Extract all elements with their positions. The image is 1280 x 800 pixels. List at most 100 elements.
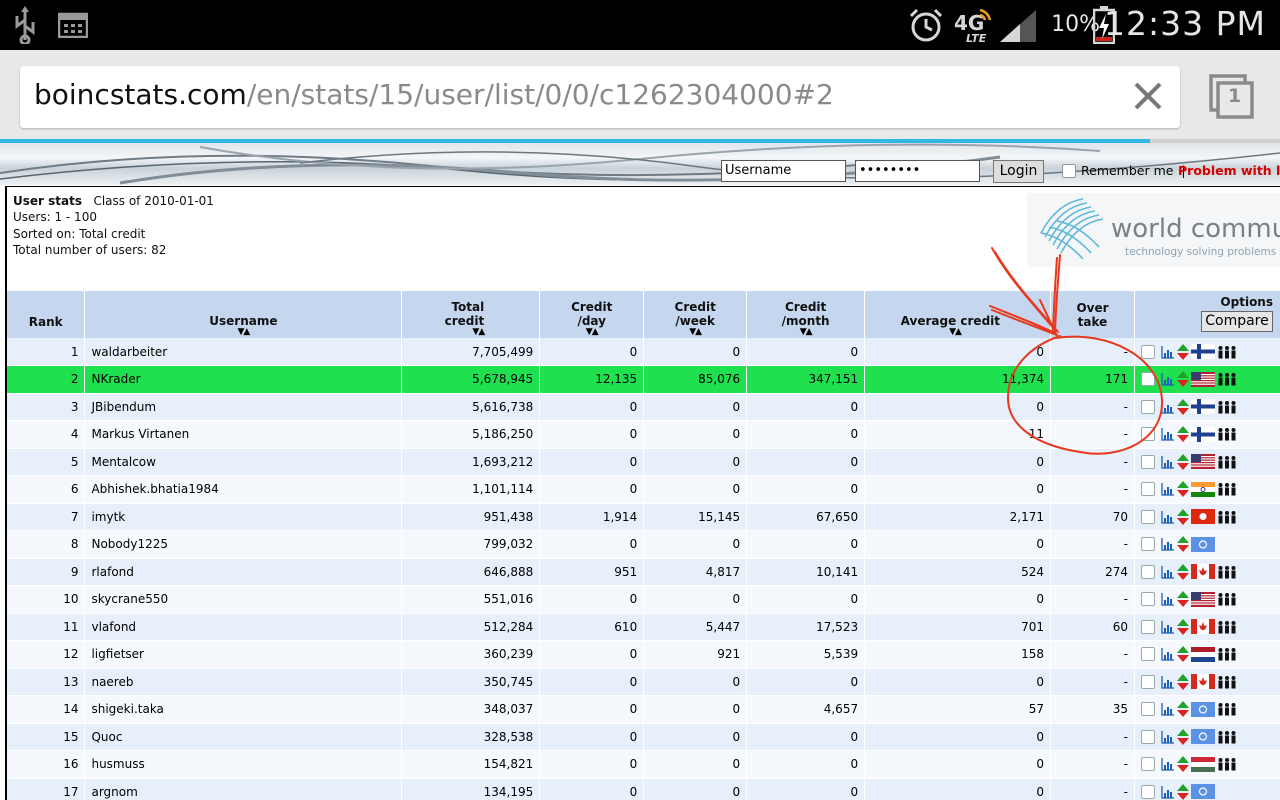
tabs-button[interactable]: 1	[1205, 72, 1259, 122]
username-link[interactable]: rlafond	[84, 558, 403, 586]
chart-icon[interactable]	[1161, 345, 1175, 359]
overtake-cell: -	[1050, 530, 1135, 559]
team-icon[interactable]	[1217, 757, 1237, 771]
credit-day-cell: 12,135	[539, 365, 645, 394]
stats-info: User stats Class of 2010-01-01 Users: 1 …	[13, 193, 214, 258]
team-icon[interactable]	[1217, 400, 1237, 414]
col-credit-week[interactable]: Credit/week ▼▲	[643, 291, 748, 338]
login-button[interactable]: Login	[993, 160, 1044, 183]
total-credit-cell: 1,693,212	[401, 448, 541, 476]
chart-icon[interactable]	[1161, 565, 1175, 579]
username-link[interactable]: naereb	[84, 668, 403, 696]
overtake-cell: -	[1050, 750, 1135, 779]
compare-checkbox[interactable]	[1140, 564, 1155, 579]
chart-icon[interactable]	[1161, 537, 1175, 551]
col-total-credit[interactable]: Total credit ▼▲	[401, 291, 541, 338]
username-link[interactable]: imytk	[84, 503, 403, 531]
chart-icon[interactable]	[1161, 620, 1175, 634]
chart-icon[interactable]	[1161, 482, 1175, 496]
compare-checkbox[interactable]	[1140, 482, 1155, 497]
col-credit-day[interactable]: Credit/day ▼▲	[539, 291, 645, 338]
sort-arrows-icon[interactable]: ▼▲	[545, 328, 638, 337]
compare-checkbox[interactable]	[1140, 537, 1155, 552]
username-link[interactable]: ligfietser	[84, 640, 403, 669]
compare-checkbox[interactable]	[1140, 702, 1155, 717]
sort-arrows-icon[interactable]: ▼▲	[752, 328, 859, 337]
compare-button[interactable]: Compare	[1201, 311, 1273, 332]
compare-checkbox[interactable]	[1140, 592, 1155, 607]
username-link[interactable]: argnom	[84, 778, 403, 800]
team-icon[interactable]	[1217, 455, 1237, 469]
rank-change-icon	[1176, 646, 1189, 663]
compare-checkbox[interactable]	[1140, 729, 1155, 744]
team-icon[interactable]	[1217, 565, 1237, 579]
chart-icon[interactable]	[1161, 400, 1175, 414]
chart-icon[interactable]	[1161, 510, 1175, 524]
chart-icon[interactable]	[1161, 647, 1175, 661]
sort-arrows-icon[interactable]: ▼▲	[649, 328, 741, 337]
chart-icon[interactable]	[1161, 702, 1175, 716]
team-icon[interactable]	[1217, 345, 1237, 359]
username-link[interactable]: shigeki.taka	[84, 695, 403, 724]
url-text[interactable]: boincstats.com/en/stats/15/user/list/0/0…	[34, 78, 834, 111]
chart-icon[interactable]	[1161, 675, 1175, 689]
compare-checkbox[interactable]	[1140, 757, 1155, 772]
country-flag-icon	[1190, 756, 1215, 772]
username-link[interactable]: vlafond	[84, 613, 403, 641]
team-icon[interactable]	[1217, 730, 1237, 744]
logo-name: world community	[1111, 214, 1280, 244]
remember-me-checkbox[interactable]	[1062, 164, 1076, 178]
compare-checkbox[interactable]	[1140, 454, 1155, 469]
username-link[interactable]: Markus Virtanen	[84, 420, 403, 449]
team-icon[interactable]	[1217, 647, 1237, 661]
col-average-credit[interactable]: Average credit ▼▲	[864, 291, 1052, 338]
compare-checkbox[interactable]	[1140, 344, 1155, 359]
col-credit-month[interactable]: Credit/month ▼▲	[746, 291, 866, 338]
chart-icon[interactable]	[1161, 592, 1175, 606]
team-icon[interactable]	[1217, 592, 1237, 606]
team-icon[interactable]	[1217, 510, 1237, 524]
col-username[interactable]: Username ▼▲	[84, 291, 403, 338]
chart-icon[interactable]	[1161, 757, 1175, 771]
username-link[interactable]: Abhishek.bhatia1984	[84, 475, 403, 504]
username-link[interactable]: husmuss	[84, 750, 403, 779]
sort-arrows-icon[interactable]: ▼▲	[407, 328, 485, 337]
address-bar[interactable]: boincstats.com/en/stats/15/user/list/0/0…	[20, 66, 1180, 128]
username-link[interactable]: skycrane550	[84, 585, 403, 614]
username-link[interactable]: JBibendum	[84, 393, 403, 421]
compare-checkbox[interactable]	[1140, 399, 1155, 414]
problem-with-login-link[interactable]: Problem with login	[1178, 163, 1280, 178]
team-icon[interactable]	[1217, 702, 1237, 716]
chart-icon[interactable]	[1161, 785, 1175, 799]
chart-icon[interactable]	[1161, 372, 1175, 386]
compare-checkbox[interactable]	[1140, 784, 1155, 799]
username-link[interactable]: Nobody1225	[84, 530, 403, 559]
compare-checkbox[interactable]	[1140, 509, 1155, 524]
team-icon[interactable]	[1217, 372, 1237, 386]
team-icon[interactable]	[1217, 482, 1237, 496]
team-icon[interactable]	[1217, 620, 1237, 634]
sort-arrows-icon[interactable]: ▼▲	[910, 328, 1000, 337]
chart-icon[interactable]	[1161, 427, 1175, 441]
overtake-cell: -	[1050, 640, 1135, 669]
chart-icon[interactable]	[1161, 730, 1175, 744]
rank-cell: 13	[7, 668, 86, 696]
table-row: 5 Mentalcow 1,693,212 0 0 0 0-	[7, 448, 1280, 476]
compare-checkbox[interactable]	[1140, 619, 1155, 634]
calendar-icon	[58, 12, 88, 38]
username-link[interactable]: NKrader	[84, 365, 403, 394]
chart-icon[interactable]	[1161, 455, 1175, 469]
team-icon[interactable]	[1217, 675, 1237, 689]
compare-checkbox[interactable]	[1140, 427, 1155, 442]
compare-checkbox[interactable]	[1140, 372, 1155, 387]
username-link[interactable]: Mentalcow	[84, 448, 403, 476]
username-link[interactable]: Quoc	[84, 723, 403, 751]
password-field[interactable]: ••••••••	[855, 160, 980, 182]
compare-checkbox[interactable]	[1140, 647, 1155, 662]
username-field[interactable]: Username	[721, 160, 846, 182]
compare-checkbox[interactable]	[1140, 674, 1155, 689]
close-icon[interactable]	[1130, 78, 1166, 114]
sort-arrows-icon[interactable]: ▼▲	[90, 328, 396, 337]
team-icon[interactable]	[1217, 427, 1237, 441]
username-link[interactable]: waldarbeiter	[84, 338, 403, 366]
